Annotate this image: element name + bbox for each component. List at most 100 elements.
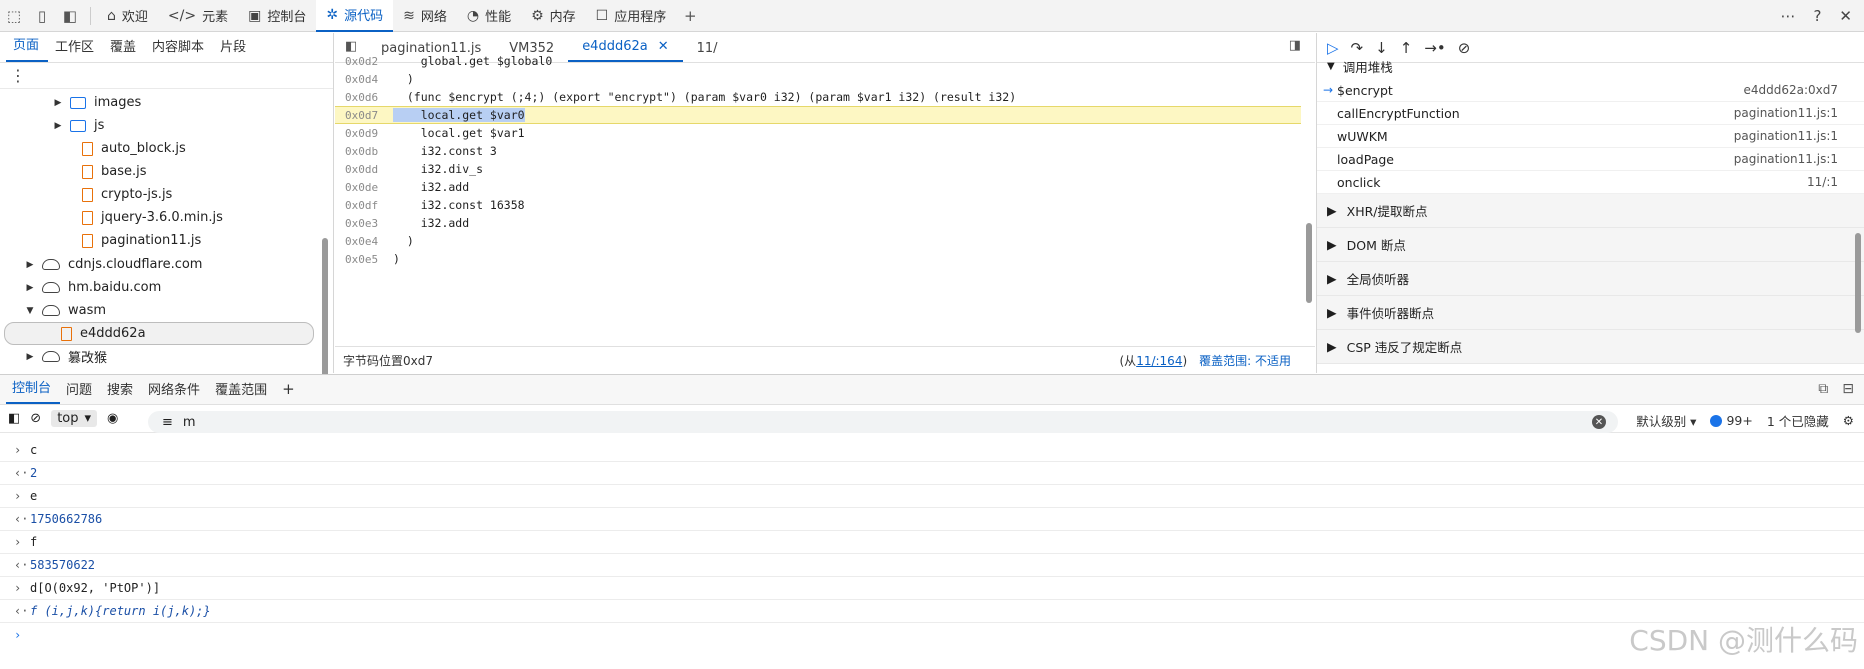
more-options-icon[interactable]: ⋮ (0, 63, 333, 89)
drawer-tabs: 控制台 问题 搜索 网络条件 覆盖范围 + (0, 375, 1864, 405)
eye-icon[interactable]: ◉ (107, 411, 118, 426)
watermark: CSDN @测什么码 (1629, 624, 1858, 657)
tab-application[interactable]: ☐ 应用程序 (586, 0, 677, 32)
sidebar-toggle-icon[interactable]: ◨ (1289, 38, 1301, 53)
expand-triangle-icon[interactable]: ▶ (24, 260, 36, 270)
more-icon[interactable]: ⋯ (1780, 7, 1795, 25)
drawer-tab-issues[interactable]: 问题 (60, 379, 101, 404)
console-filter[interactable]: ≡ m ✕ (148, 411, 1618, 433)
tab-welcome[interactable]: ⌂ 欢迎 (97, 0, 158, 32)
settings-gear-icon[interactable]: ⚙ (1843, 413, 1854, 428)
log-text: 2 (30, 466, 38, 480)
log-level-select[interactable]: 默认级别 ▾ (1636, 411, 1696, 430)
drawer-tab-console[interactable]: 控制台 (6, 377, 61, 404)
call-frame[interactable]: onclick 11/:1 (1317, 171, 1864, 194)
section-csp-breakpoints[interactable]: ▶ CSP 违反了规定断点 (1317, 330, 1864, 364)
tree-item[interactable]: ▶ js (0, 114, 105, 137)
tree-item[interactable]: ▶ cdnjs.cloudflare.com (0, 253, 203, 276)
tab-performance[interactable]: ◔ 性能 (457, 0, 521, 32)
call-stack-header[interactable]: ▼ 调用堆栈 (1317, 55, 1864, 77)
tab-label: 欢迎 (121, 10, 148, 25)
tree-item[interactable]: ▶ hm.baidu.com (0, 276, 162, 299)
section-xhr-breakpoints[interactable]: ▶ XHR/提取断点 (1317, 194, 1864, 228)
expand-triangle-icon[interactable]: ▶ (24, 283, 36, 293)
expand-triangle-icon[interactable]: ▶ (52, 121, 64, 131)
minimize-drawer-icon[interactable]: ⊟ (1842, 381, 1854, 397)
coverage-status[interactable]: 覆盖范围: 不适用 (1199, 352, 1291, 369)
tree-item[interactable]: base.js (0, 160, 147, 183)
help-icon[interactable]: ? (1813, 7, 1821, 25)
nav-tab-page[interactable]: 页面 (6, 34, 49, 62)
filter-input[interactable]: m (183, 415, 196, 430)
scrollbar-thumb[interactable] (1306, 223, 1312, 303)
context-selector[interactable]: top ▾ (51, 410, 98, 427)
frame-location: e4ddd62a:0xd7 (1743, 83, 1838, 97)
tree-item-label: jquery-3.6.0.min.js (101, 210, 223, 225)
tree-item-label: js (94, 118, 105, 133)
current-frame-arrow-icon: → (1323, 83, 1334, 97)
expand-triangle-icon: ▶ (1327, 305, 1337, 320)
code-text: local.get $var1 (393, 126, 525, 140)
tree-item[interactable]: ▶ 篡改猴 (0, 345, 107, 368)
tab-console[interactable]: ▣ 控制台 (238, 0, 316, 32)
inspect-icon[interactable]: ⬚ (0, 0, 28, 32)
deactivate-breakpoints-icon[interactable]: ⊘ (1458, 39, 1471, 57)
expand-triangle-icon[interactable]: ▶ (52, 98, 64, 108)
device-toggle-icon[interactable]: ▯ (28, 0, 56, 32)
expand-triangle-icon[interactable]: ▶ (24, 352, 36, 362)
drawer-tab-network-conditions[interactable]: 网络条件 (142, 379, 209, 404)
drawer-tab-coverage[interactable]: 覆盖范围 (209, 379, 276, 404)
resume-icon[interactable]: ▷ (1327, 39, 1339, 57)
call-frame[interactable]: wUWKM pagination11.js:1 (1317, 125, 1864, 148)
close-icon[interactable]: ✕ (1839, 7, 1852, 25)
code-text: ) (393, 252, 400, 266)
section-global-listeners[interactable]: ▶ 全局侦听器 (1317, 262, 1864, 296)
tab-elements[interactable]: </> 元素 (158, 0, 238, 32)
collapse-triangle-icon[interactable]: ▼ (24, 306, 36, 316)
call-frame-current[interactable]: → $encrypt e4ddd62a:0xd7 (1317, 79, 1864, 102)
tree-item[interactable]: crypto-js.js (0, 183, 172, 206)
section-label: 事件侦听器断点 (1346, 306, 1435, 321)
section-dom-breakpoints[interactable]: ▶ DOM 断点 (1317, 228, 1864, 262)
issues-badge[interactable]: 99+ (1710, 413, 1753, 428)
tab-network[interactable]: ≋ 网络 (393, 0, 457, 32)
sidebar-toggle-icon[interactable]: ◧ (56, 0, 84, 32)
navigator-toggle-icon[interactable]: ◧ (345, 39, 357, 54)
code-text: ) (393, 72, 414, 86)
nav-tab-content-scripts[interactable]: 内容脚本 (145, 36, 213, 62)
call-frame[interactable]: loadPage pagination11.js:1 (1317, 148, 1864, 171)
clear-filter-icon[interactable]: ✕ (1592, 415, 1606, 429)
nav-tab-overrides[interactable]: 覆盖 (103, 36, 145, 62)
console-result-line[interactable]: ‹· f (i,j,k){return i(j,k);} (0, 600, 1864, 623)
clear-console-icon[interactable]: ⊘ (30, 411, 41, 426)
nav-tab-workspace[interactable]: 工作区 (48, 36, 103, 62)
close-tab-icon[interactable]: ✕ (658, 39, 669, 54)
tab-memory[interactable]: ⚙ 内存 (521, 0, 586, 32)
step-into-icon[interactable]: ↓ (1375, 39, 1388, 57)
dock-icon[interactable]: ⧉ (1818, 381, 1828, 397)
tree-item[interactable]: jquery-3.6.0.min.js (0, 206, 223, 229)
call-frame[interactable]: callEncryptFunction pagination11.js:1 (1317, 102, 1864, 125)
tree-item[interactable]: auto_block.js (0, 137, 186, 160)
tree-item[interactable]: ▶ images (0, 91, 142, 114)
code-area[interactable]: 0x0d2 global.get $global0 0x0d4 ) 0x0d6 … (335, 53, 1301, 349)
window-icon: ☐ (595, 7, 609, 24)
drawer-tab-search[interactable]: 搜索 (101, 379, 142, 404)
scrollbar-thumb[interactable] (1855, 233, 1861, 333)
add-tab-icon[interactable]: + (676, 0, 704, 32)
sidebar-toggle-icon[interactable]: ◧ (8, 411, 20, 426)
step-icon[interactable]: →• (1424, 39, 1445, 57)
add-drawer-tab-icon[interactable]: + (276, 380, 304, 404)
tree-item-selected[interactable]: e4ddd62a (4, 322, 314, 345)
step-out-icon[interactable]: ↑ (1400, 39, 1413, 57)
bytecode-position: 字节码位置0xd7 (343, 353, 433, 368)
section-event-listener-breakpoints[interactable]: ▶ 事件侦听器断点 (1317, 296, 1864, 330)
step-over-icon[interactable]: ↷ (1351, 39, 1364, 57)
tree-item[interactable]: ▼ wasm (0, 299, 107, 322)
tree-item[interactable]: pagination11.js (0, 229, 201, 252)
source-origin-link[interactable]: 11/:164 (1136, 354, 1182, 368)
nav-tab-snippets[interactable]: 片段 (213, 36, 255, 62)
line-address: 0x0dd (345, 162, 379, 176)
tab-sources[interactable]: ✲ 源代码 (316, 0, 394, 32)
console-prompt[interactable]: › (0, 623, 1864, 646)
